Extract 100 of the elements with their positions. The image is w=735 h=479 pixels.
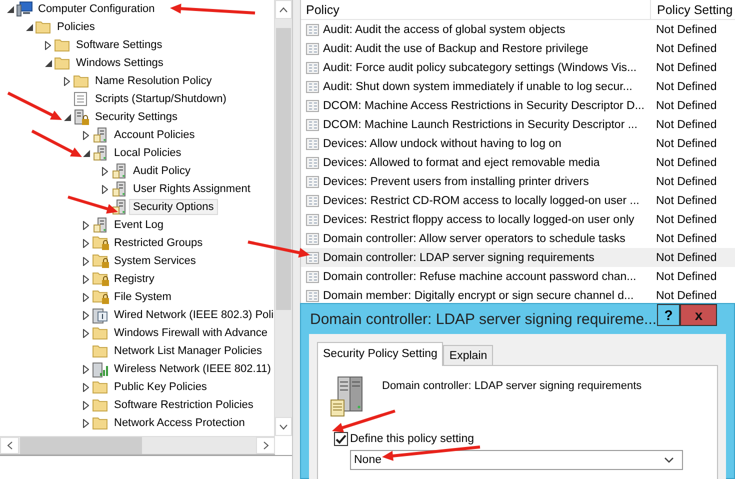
scroll-up-icon[interactable] bbox=[275, 0, 292, 19]
folder-icon bbox=[73, 74, 89, 88]
tree-item[interactable]: Security Options bbox=[129, 199, 218, 215]
horizontal-scrollbar[interactable] bbox=[0, 436, 275, 455]
policy-row[interactable]: Audit: Audit the use of Backup and Restore privilege Not Defined bbox=[301, 39, 735, 58]
expand-icon[interactable] bbox=[83, 382, 89, 392]
policy-row[interactable]: Devices: Prevent users from installing printer drivers Not Defined bbox=[301, 172, 735, 191]
policy-row[interactable]: Audit: Audit the access of global system objects Not Defined bbox=[301, 20, 735, 39]
scroll-left-icon[interactable] bbox=[0, 437, 19, 454]
tree-item[interactable]: Security Settings bbox=[91, 109, 182, 125]
expand-icon[interactable] bbox=[83, 256, 89, 266]
tree-item[interactable]: Windows Settings bbox=[72, 55, 168, 71]
policy-row[interactable]: DCOM: Machine Access Restrictions in Security Descriptor D... Not Defined bbox=[301, 96, 735, 115]
folder-icon bbox=[92, 326, 108, 340]
script-icon bbox=[73, 91, 88, 107]
collapse-icon[interactable] bbox=[6, 6, 14, 12]
expand-icon[interactable] bbox=[102, 166, 108, 176]
server-icon bbox=[92, 217, 108, 233]
wireless-icon bbox=[92, 360, 109, 378]
policy-row[interactable]: Domain member: Digitally encrypt or sign secure channel d... Not Defined bbox=[301, 286, 735, 305]
expand-icon[interactable] bbox=[83, 310, 89, 320]
expand-icon[interactable] bbox=[83, 238, 89, 248]
expand-icon[interactable] bbox=[83, 418, 89, 428]
expand-icon[interactable] bbox=[83, 130, 89, 140]
collapse-icon[interactable] bbox=[82, 150, 90, 156]
column-header[interactable]: Policy Setting bbox=[650, 0, 735, 19]
policy-row[interactable]: Domain controller: LDAP server signing requirements Not Defined bbox=[301, 248, 735, 267]
expand-icon[interactable] bbox=[102, 184, 108, 194]
tree-item[interactable]: Event Log bbox=[110, 217, 168, 233]
collapse-icon[interactable] bbox=[44, 60, 52, 66]
policy-setting: Not Defined bbox=[655, 270, 718, 282]
checkbox[interactable] bbox=[334, 432, 348, 446]
policy-icon bbox=[306, 288, 320, 302]
tree-item[interactable]: Name Resolution Policy bbox=[91, 73, 216, 89]
expand-icon[interactable] bbox=[83, 220, 89, 230]
policy-name: Audit: Shut down system immediately if unable to log secur... bbox=[323, 80, 632, 92]
expand-icon[interactable] bbox=[83, 292, 89, 302]
column-header[interactable]: Policy bbox=[301, 0, 650, 19]
policy-name: Audit: Audit the use of Backup and Restore privilege bbox=[323, 42, 588, 54]
expand-icon[interactable] bbox=[83, 400, 89, 410]
policy-icon bbox=[306, 98, 320, 112]
expand-icon[interactable] bbox=[45, 40, 51, 50]
tree-item[interactable]: User Rights Assignment bbox=[129, 181, 254, 197]
dropdown[interactable]: None bbox=[350, 450, 683, 470]
annotation-arrow bbox=[68, 196, 118, 214]
locked-folder-icon bbox=[92, 289, 110, 305]
policy-row[interactable]: Devices: Restrict floppy access to locally logged-on user only Not Defined bbox=[301, 210, 735, 229]
policy-setting: Not Defined bbox=[655, 138, 718, 150]
expand-icon[interactable] bbox=[64, 76, 70, 86]
tree-item[interactable]: Wired Network (IEEE 802.3) Poli bbox=[110, 307, 274, 323]
tab[interactable]: Explain bbox=[443, 345, 494, 365]
help-button[interactable]: ? bbox=[656, 304, 680, 326]
tree-item[interactable]: Audit Policy bbox=[129, 163, 194, 179]
scroll-down-icon[interactable] bbox=[275, 417, 292, 436]
annotation-arrow bbox=[7, 92, 62, 120]
tree-item[interactable]: System Services bbox=[110, 253, 200, 269]
policy-name: Devices: Prevent users from installing printer drivers bbox=[323, 176, 589, 188]
tree-item[interactable]: Local Policies bbox=[110, 145, 186, 161]
tree-item[interactable]: File System bbox=[110, 289, 176, 305]
policy-icon bbox=[306, 212, 320, 226]
folder-icon bbox=[92, 398, 108, 412]
tree-item[interactable]: Public Key Policies bbox=[110, 379, 211, 395]
tree-item[interactable]: Registry bbox=[110, 271, 158, 287]
collapse-icon[interactable] bbox=[64, 114, 70, 120]
tree-item[interactable]: Computer Configuration bbox=[34, 1, 159, 17]
policy-row[interactable]: Devices: Restrict CD-ROM access to locally logged-on user ... Not Defined bbox=[301, 191, 735, 210]
tree-item[interactable]: Network List Manager Policies bbox=[110, 343, 266, 359]
tree-item[interactable]: Windows Firewall with Advance bbox=[110, 325, 272, 341]
tab[interactable]: Security Policy Setting bbox=[317, 342, 444, 366]
policy-row[interactable]: DCOM: Machine Launch Restrictions in Security Descriptor ... Not Defined bbox=[301, 115, 735, 134]
tree-item[interactable]: Account Policies bbox=[110, 127, 199, 143]
tree-item[interactable]: Wireless Network (IEEE 802.11) bbox=[110, 361, 274, 377]
close-button[interactable]: x bbox=[680, 304, 717, 326]
tree-item[interactable]: Network Access Protection bbox=[110, 415, 249, 431]
policy-name: Domain controller: Refuse machine account password chan... bbox=[323, 270, 636, 282]
policy-name: Devices: Restrict floppy access to locally logged-on user only bbox=[323, 214, 634, 226]
tree-item[interactable]: Software Restriction Policies bbox=[110, 397, 258, 413]
policy-row[interactable]: Audit: Shut down system immediately if unable to log secur... Not Defined bbox=[301, 77, 735, 96]
tree-item[interactable]: Restricted Groups bbox=[110, 235, 207, 251]
server-icon bbox=[92, 145, 108, 161]
tree-item[interactable]: Policies bbox=[53, 19, 99, 35]
policy-row[interactable]: Audit: Force audit policy subcategory settings (Windows Vis... Not Defined bbox=[301, 58, 735, 77]
collapse-icon[interactable] bbox=[26, 24, 32, 30]
tree-item[interactable]: Scripts (Startup/Shutdown) bbox=[91, 91, 230, 107]
policy-row[interactable]: Devices: Allow undock without having to log on Not Defined bbox=[301, 134, 735, 153]
policy-setting: Not Defined bbox=[655, 62, 718, 74]
policy-icon bbox=[306, 194, 320, 208]
policy-setting: Not Defined bbox=[655, 232, 718, 244]
policy-row[interactable]: Domain controller: Allow server operators to schedule tasks Not Defined bbox=[301, 229, 735, 248]
expand-icon[interactable] bbox=[83, 364, 89, 374]
policy-icon bbox=[306, 250, 320, 264]
expand-icon[interactable] bbox=[83, 328, 89, 338]
vertical-scrollbar[interactable] bbox=[274, 0, 292, 436]
expand-icon[interactable] bbox=[83, 274, 89, 284]
policy-icon bbox=[306, 60, 320, 74]
tree-item[interactable]: Software Settings bbox=[72, 37, 166, 53]
policy-row[interactable]: Domain controller: Refuse machine account password chan... Not Defined bbox=[301, 267, 735, 286]
policy-name: Audit: Force audit policy subcategory settings (Windows Vis... bbox=[323, 62, 637, 74]
policy-row[interactable]: Devices: Allowed to format and eject removable media Not Defined bbox=[301, 153, 735, 172]
scroll-right-icon[interactable] bbox=[256, 437, 275, 454]
